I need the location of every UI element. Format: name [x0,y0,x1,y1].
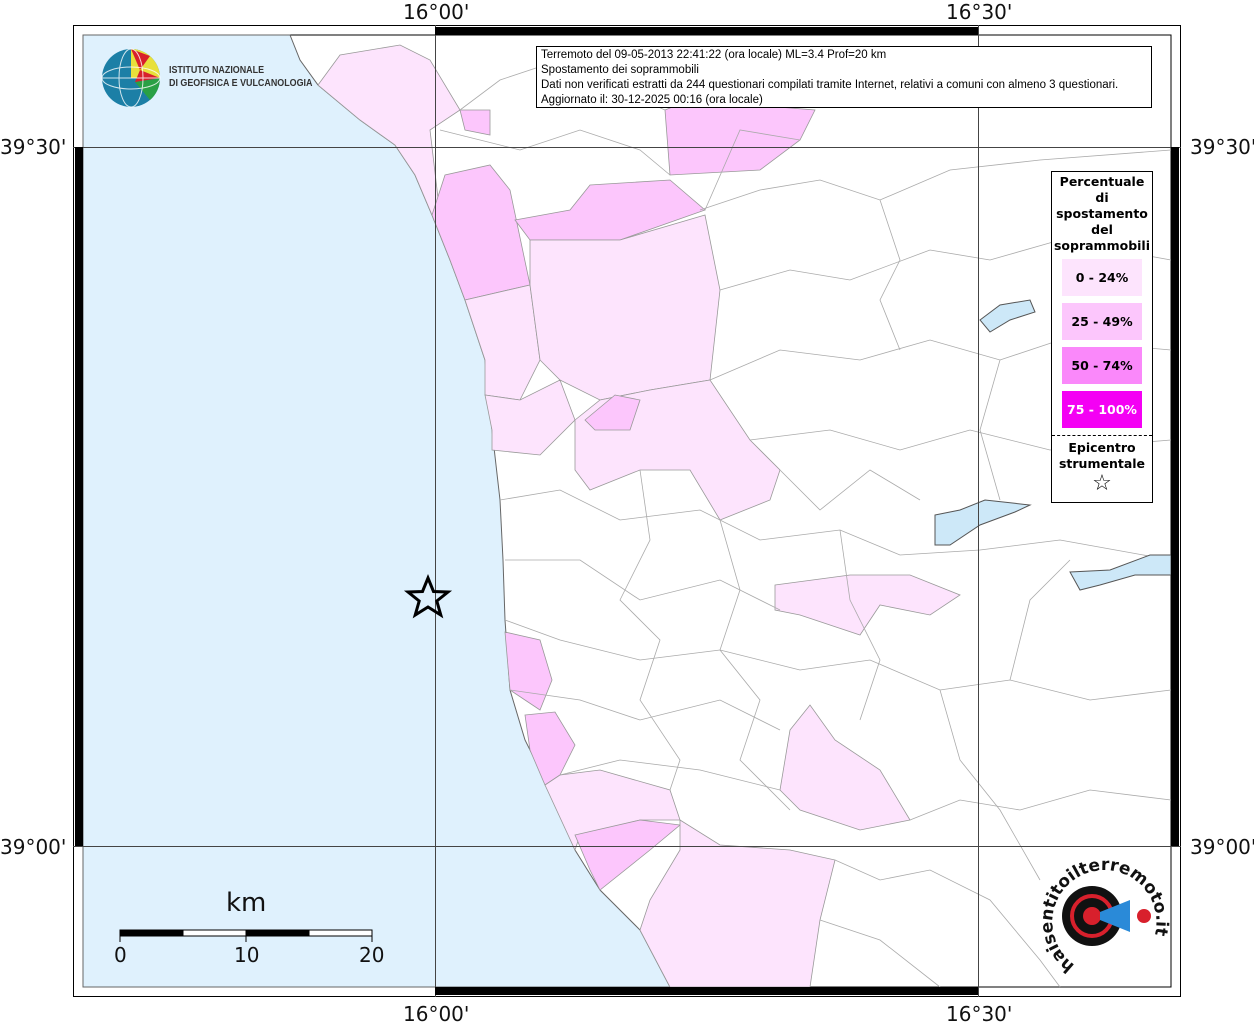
legend-class-3: 75 - 100% [1062,391,1142,428]
info-parameter: Spostamento dei soprammobili [541,64,699,76]
legend-class-2: 50 - 74% [1062,347,1142,384]
info-updated: Aggiornato il: 30-12-2025 00:16 (ora loc… [541,94,763,106]
lon-label-bottom-left: 16°00' [403,1002,470,1026]
legend-title: Percentuale di spostamento del soprammob… [1052,174,1152,254]
scale-tick-20: 20 [359,943,385,967]
lon-label-top-left: 16°00' [403,0,470,24]
legend-class-label: 75 - 100% [1067,402,1137,417]
scale-tick-10: 10 [234,943,260,967]
legend-class-0: 0 - 24% [1062,259,1142,296]
earthquake-info-box: Terremoto del 09-05-2013 22:41:22 (ora l… [536,46,1152,108]
legend-title-line: di [1095,190,1109,205]
legend-star-icon: ☆ [1092,471,1112,496]
legend-title-line: soprammobili [1053,238,1150,253]
lon-label-bottom-right: 16°30' [946,1002,1013,1026]
ingv-logo-text: ISTITUTO NAZIONALE DI GEOFISICA E VULCAN… [169,64,312,90]
legend-title-line: Percentuale [1059,174,1145,189]
legend-class-label: 50 - 74% [1071,358,1133,373]
info-disclaimer: Dati non verificati estratti da 244 ques… [541,79,1119,91]
lon-label-top-right: 16°30' [946,0,1013,24]
scale-unit: km [226,888,267,918]
lat-label-left-top: 39°30' [0,135,67,159]
legend-epicenter-line: strumentale [1058,456,1146,471]
info-event: Terremoto del 09-05-2013 22:41:22 (ora l… [541,49,887,61]
legend-epicenter: Epicentro strumentale ☆ [1052,435,1152,496]
lat-label-right-bottom: 39°00' [1190,835,1254,859]
legend-class-label: 25 - 49% [1071,314,1133,329]
ingv-line2: DI GEOFISICA E VULCANOLOGIA [169,77,313,89]
legend-epicenter-line: Epicentro [1068,440,1136,455]
intensity-map: haisentitoilterremoto.it [73,25,1181,997]
legend-class-1: 25 - 49% [1062,303,1142,340]
legend-title-line: del [1091,222,1113,237]
legend-class-label: 0 - 24% [1075,270,1129,285]
legend: Percentuale di spostamento del soprammob… [1051,171,1153,503]
scale-tick-0: 0 [114,943,127,967]
lat-label-right-top: 39°30' [1190,135,1254,159]
lat-label-left-bottom: 39°00' [0,835,67,859]
legend-title-line: spostamento [1056,206,1148,221]
ingv-logo-globe [101,48,161,108]
ingv-line1: ISTITUTO NAZIONALE [169,64,265,76]
